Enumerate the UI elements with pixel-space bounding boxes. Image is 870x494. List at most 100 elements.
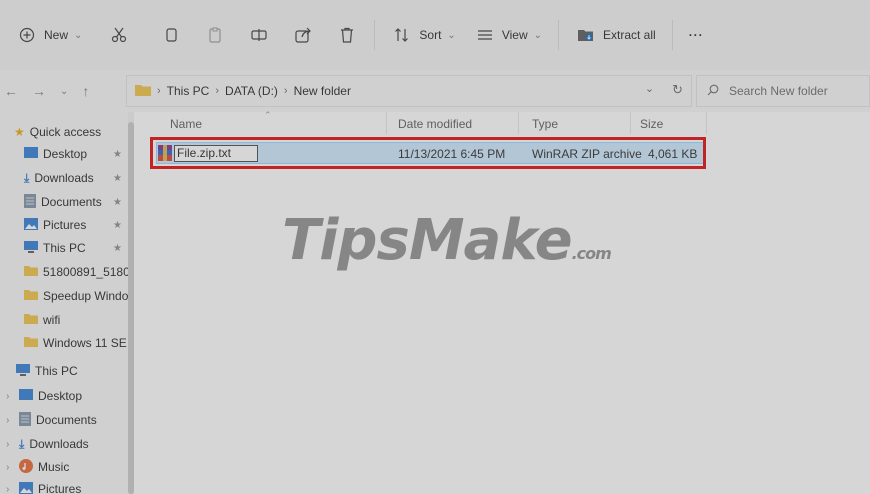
breadcrumb-separator-icon: ›: [283, 85, 288, 97]
breadcrumb-separator-icon: ›: [157, 85, 161, 97]
new-button[interactable]: New ⌄: [10, 19, 88, 51]
music-icon: [19, 458, 33, 476]
sidebar-item-folder[interactable]: 51800891_51800: [24, 261, 128, 283]
paste-button[interactable]: [198, 19, 232, 51]
pin-icon: ★: [113, 242, 122, 254]
list-view-icon: [474, 24, 496, 46]
navigation-pane: ★ Quick access Desktop ★ ⤓ Downloads ★ D…: [0, 112, 128, 494]
picture-icon: [24, 217, 38, 233]
command-bar: New ⌄ Sort ⌄ View ⌄ Extract all ···: [0, 0, 870, 70]
copy-icon: [160, 24, 182, 46]
folder-icon: [24, 289, 38, 303]
sidebar-item-documents[interactable]: Documents ★: [24, 191, 128, 213]
column-header-name[interactable]: Name: [170, 112, 202, 136]
chevron-right-icon: ›: [6, 461, 10, 473]
sidebar-item-label: Speedup Windo: [43, 289, 128, 303]
address-actions: ⌄ ↻: [645, 82, 683, 98]
chevron-right-icon: ›: [6, 438, 10, 450]
column-divider[interactable]: [518, 112, 519, 134]
search-placeholder: Search New folder: [729, 84, 828, 98]
sidebar-item-this-pc-pinned[interactable]: This PC ★: [24, 237, 128, 259]
refresh-icon[interactable]: ↻: [672, 82, 683, 98]
sidebar-item-label: Downloads: [29, 437, 89, 451]
navigation-scrollbar-thumb[interactable]: [128, 122, 134, 494]
sidebar-item-folder[interactable]: wifi: [24, 309, 128, 331]
column-divider[interactable]: [386, 112, 387, 134]
column-header-label: Type: [532, 117, 559, 131]
search-box[interactable]: Search New folder: [696, 75, 870, 107]
recent-locations-chevron-icon[interactable]: ⌄: [60, 86, 68, 97]
search-icon: [707, 84, 719, 99]
back-arrow-icon[interactable]: ←: [4, 83, 18, 99]
rename-button[interactable]: [242, 19, 276, 51]
sidebar-item-quick-access[interactable]: ★ Quick access: [14, 121, 128, 143]
sidebar-item-label: This PC: [35, 364, 78, 378]
share-icon: [292, 24, 314, 46]
chevron-right-icon: ›: [6, 414, 10, 426]
sidebar-item-label: Pictures: [43, 218, 87, 232]
address-bar[interactable]: › This PC › DATA (D:) › New folder ⌄ ↻: [126, 75, 692, 107]
sidebar-item-label: Downloads: [34, 171, 94, 185]
sidebar-item-label: 51800891_51800: [43, 265, 128, 279]
desktop-icon: [19, 389, 33, 403]
column-header-date-modified[interactable]: Date modified: [398, 112, 472, 136]
sidebar-item-label: Documents: [41, 195, 102, 209]
sidebar-item-pc-downloads[interactable]: › ⤓ Downloads: [6, 433, 128, 455]
share-button[interactable]: [286, 19, 320, 51]
column-header-label: Name: [170, 117, 203, 131]
delete-button[interactable]: [330, 19, 364, 51]
sidebar-item-pc-documents[interactable]: › Documents: [6, 409, 128, 431]
extract-all-button[interactable]: Extract all: [569, 19, 662, 51]
pin-icon: ★: [113, 219, 122, 231]
rename-icon: [248, 24, 270, 46]
up-arrow-icon[interactable]: ↑: [82, 83, 89, 99]
sidebar-item-pc-music[interactable]: › Music: [6, 456, 128, 478]
folder-icon: [24, 336, 38, 350]
star-icon: ★: [14, 125, 25, 139]
breadcrumb-new-folder[interactable]: New folder: [294, 84, 351, 98]
chevron-down-icon: ⌄: [447, 29, 456, 41]
annotation-highlight-box: [150, 137, 706, 169]
more-options-label: ···: [688, 28, 704, 42]
address-history-chevron-icon[interactable]: ⌄: [645, 82, 654, 98]
column-header-label: Date modified: [398, 117, 473, 131]
more-options-button[interactable]: ···: [683, 19, 710, 51]
file-list: Name ⌃ Date modified Type Size File.zip.…: [136, 110, 870, 494]
breadcrumb-this-pc[interactable]: This PC: [167, 84, 210, 98]
sidebar-item-folder[interactable]: Speedup Windo: [24, 285, 128, 307]
toolbar-divider: [558, 20, 559, 50]
extract-archive-icon: [575, 24, 597, 46]
column-divider[interactable]: [630, 112, 631, 134]
sort-button[interactable]: Sort ⌄: [385, 19, 461, 51]
clipboard-icon: [204, 24, 226, 46]
sidebar-item-pc-pictures[interactable]: › Pictures: [6, 478, 128, 494]
sidebar-item-label: Quick access: [29, 125, 102, 139]
cut-button[interactable]: [102, 19, 136, 51]
forward-arrow-icon[interactable]: →: [32, 83, 46, 99]
chevron-down-icon: ⌄: [74, 29, 83, 41]
scissors-icon: [108, 24, 130, 46]
sidebar-item-downloads[interactable]: ⤓ Downloads ★: [24, 167, 128, 189]
trash-icon: [336, 24, 358, 46]
column-header-type[interactable]: Type: [532, 112, 558, 136]
download-icon: ⤓: [24, 170, 30, 185]
copy-button[interactable]: [154, 19, 188, 51]
sidebar-item-this-pc[interactable]: This PC: [16, 360, 128, 382]
column-divider[interactable]: [706, 112, 707, 134]
sidebar-item-pictures[interactable]: Pictures ★: [24, 214, 128, 236]
sidebar-item-pc-desktop[interactable]: › Desktop: [6, 385, 128, 407]
chevron-right-icon: ›: [6, 483, 10, 494]
sidebar-item-label: Pictures: [38, 482, 82, 494]
sidebar-item-label: Desktop: [38, 389, 83, 403]
breadcrumb-data-drive[interactable]: DATA (D:): [225, 84, 278, 98]
sidebar-item-folder[interactable]: Windows 11 SE: [24, 332, 128, 354]
sidebar-item-desktop[interactable]: Desktop ★: [24, 143, 128, 165]
pin-icon: ★: [113, 148, 122, 160]
chevron-down-icon: ⌄: [533, 29, 542, 41]
folder-icon: [24, 265, 38, 279]
monitor-icon: [16, 363, 30, 379]
view-button[interactable]: View ⌄: [468, 19, 548, 51]
extract-all-label: Extract all: [603, 28, 656, 42]
column-header-size[interactable]: Size: [640, 112, 663, 136]
plus-circle-icon: [16, 24, 38, 46]
